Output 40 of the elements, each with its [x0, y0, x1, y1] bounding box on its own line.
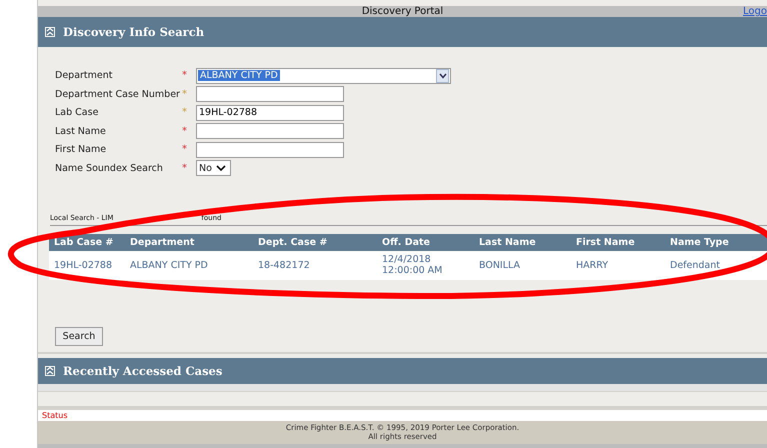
required-mark: *: [182, 107, 188, 118]
column-header[interactable]: Name Type: [665, 234, 767, 251]
collapse-icon[interactable]: [45, 26, 55, 37]
department-dropdown[interactable]: ALBANY CITY PD: [196, 68, 451, 84]
status-text: Status: [42, 410, 68, 420]
input-field[interactable]: [196, 142, 344, 158]
column-header[interactable]: Dept. Case #: [253, 234, 377, 251]
column-header[interactable]: Department: [125, 234, 253, 251]
field-label: Last Name: [55, 126, 107, 137]
required-mark: *: [182, 88, 188, 100]
table-cell[interactable]: 18-482172: [253, 250, 377, 280]
required-mark: *: [182, 70, 188, 82]
portal-title: Discovery Portal: [362, 6, 444, 18]
field-label: Department: [55, 70, 114, 82]
input-field[interactable]: [196, 123, 344, 140]
table-cell[interactable]: 12/4/2018 12:00:00 AM: [377, 250, 474, 280]
column-header[interactable]: Last Name: [474, 234, 571, 251]
field-label: Name Soundex Search: [55, 162, 164, 174]
column-header[interactable]: First Name: [571, 234, 665, 251]
required-mark: *: [182, 126, 188, 137]
section-title: Discovery Info Search: [63, 24, 204, 39]
section-title: Recently Accessed Cases: [63, 364, 222, 378]
table-cell[interactable]: BONILLA: [474, 250, 571, 280]
chevron-icon: [438, 72, 446, 79]
table-cell[interactable]: ALBANY CITY PD: [125, 250, 253, 280]
table-cell[interactable]: HARRY: [571, 250, 665, 280]
required-mark: *: [182, 162, 188, 174]
collapse-icon[interactable]: [45, 366, 55, 376]
chevron-icon: [216, 165, 226, 172]
field-label: Department Case Number: [55, 88, 181, 100]
input-field[interactable]: [196, 86, 344, 102]
column-header[interactable]: Lab Case #: [49, 234, 125, 251]
logout-link[interactable]: Logo: [743, 6, 767, 18]
column-header[interactable]: Off. Date: [377, 234, 474, 251]
required-mark: *: [182, 144, 188, 156]
field-label: Lab Case: [55, 107, 100, 118]
search-button[interactable]: Search: [55, 326, 103, 346]
soundex-dropdown[interactable]: No: [196, 160, 231, 176]
field-label: First Name: [55, 144, 108, 156]
input-field[interactable]: 19HL-02788: [196, 104, 344, 121]
